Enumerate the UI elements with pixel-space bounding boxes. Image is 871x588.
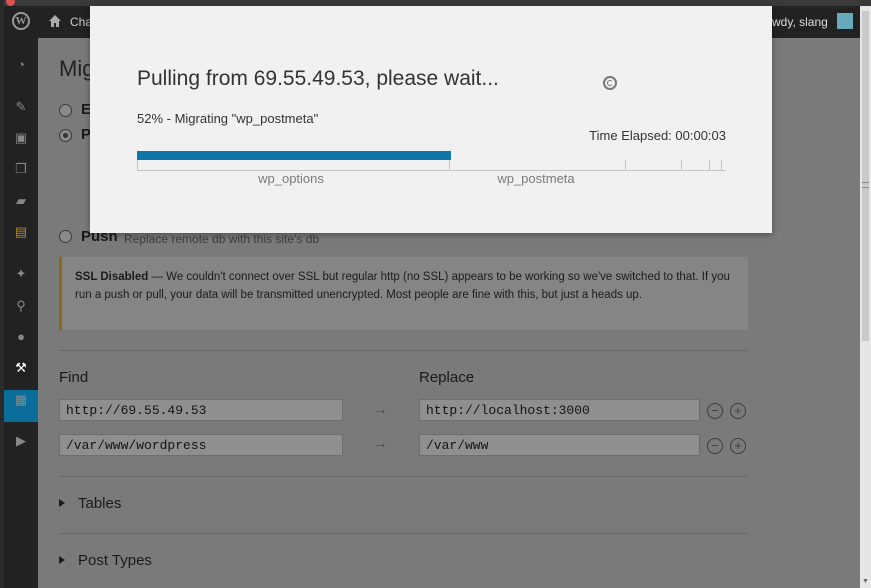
divider — [59, 533, 748, 534]
find-input-2[interactable]: /var/www/wordpress — [59, 434, 343, 456]
radio-option-1[interactable] — [59, 104, 72, 117]
migration-progress-modal: Pulling from 69.55.49.53, please wait...… — [90, 6, 772, 233]
ssl-notice-body: — We couldn't connect over SSL but regul… — [75, 271, 730, 301]
find-heading: Find — [59, 369, 89, 386]
radio-push[interactable] — [59, 230, 72, 243]
migration-status: 52% - Migrating "wp_postmeta" — [137, 111, 319, 126]
tick — [721, 160, 722, 170]
replace-input-1[interactable]: http://localhost:3000 — [419, 399, 700, 421]
post-types-label: Post Types — [78, 552, 152, 569]
progress-bar — [137, 151, 726, 160]
media-icon[interactable]: ▣ — [13, 131, 29, 145]
site-name-link[interactable]: Cha — [70, 15, 92, 29]
play-icon[interactable]: ▶ — [13, 434, 29, 448]
tables-label: Tables — [78, 495, 122, 512]
ssl-notice: SSL Disabled — We couldn't connect over … — [59, 257, 748, 330]
replace-heading: Replace — [419, 369, 475, 386]
ssl-notice-text: SSL Disabled — We couldn't connect over … — [75, 269, 735, 304]
scrollbar-handle[interactable] — [862, 11, 869, 341]
minus-icon[interactable]: − — [707, 403, 723, 419]
pages-icon[interactable]: ❐ — [13, 162, 29, 176]
scrollbar[interactable]: ▼ — [860, 6, 871, 588]
tick — [449, 160, 450, 170]
dashboard-icon[interactable]: ◔ — [13, 58, 29, 72]
plus-icon[interactable]: + — [730, 438, 746, 454]
avatar[interactable] — [837, 13, 853, 29]
tools-icon[interactable]: ⚒ — [13, 361, 29, 375]
table-ticks — [137, 160, 726, 171]
howdy-user[interactable]: wdy, slang — [772, 15, 828, 29]
home-icon[interactable] — [48, 14, 62, 28]
arrow-right-icon: → — [372, 401, 388, 418]
users-icon[interactable]: ● — [13, 330, 29, 344]
settings-icon[interactable]: ▦ — [13, 393, 29, 407]
table-label-wp-options: wp_options — [258, 171, 324, 186]
divider — [59, 476, 748, 477]
table-label-wp-postmeta: wp_postmeta — [497, 171, 575, 186]
spinner-icon — [603, 76, 617, 90]
radio-option-2[interactable] — [59, 129, 72, 142]
plugins-icon[interactable]: ⚲ — [13, 299, 29, 313]
appearance-icon[interactable]: ✦ — [13, 267, 29, 281]
plus-icon[interactable]: + — [730, 403, 746, 419]
scrollbar-grip-icon — [862, 182, 869, 188]
caret-right-icon — [59, 556, 65, 564]
arrow-right-icon: → — [372, 435, 388, 452]
minus-icon[interactable]: − — [707, 438, 723, 454]
caret-right-icon — [59, 499, 65, 507]
comments-icon[interactable]: ▰ — [13, 194, 29, 208]
ssl-notice-title: SSL Disabled — [75, 271, 149, 283]
tick — [137, 160, 138, 170]
post-types-toggle[interactable]: Post Types — [59, 552, 152, 569]
tick — [709, 160, 710, 170]
find-input-1[interactable]: http://69.55.49.53 — [59, 399, 343, 421]
time-elapsed: Time Elapsed: 00:00:03 — [589, 128, 726, 143]
scroll-down-icon[interactable]: ▼ — [862, 578, 869, 586]
replace-input-2[interactable]: /var/www — [419, 434, 700, 456]
divider — [59, 350, 748, 351]
pin-icon[interactable]: ✎ — [13, 100, 29, 114]
admin-sidebar: ◔ ✎ ▣ ❐ ▰ ▤ ✦ ⚲ ● ⚒ ▦ ▶ — [4, 38, 38, 588]
wordpress-logo-icon[interactable]: W — [12, 12, 30, 30]
settings-box-icon[interactable]: ▤ — [13, 225, 29, 239]
tables-toggle[interactable]: Tables — [59, 495, 121, 512]
radio-push-description: Replace remote db with this site's db — [124, 232, 320, 246]
tick — [625, 160, 626, 170]
progress-bar-fill — [137, 151, 451, 160]
tick — [681, 160, 682, 170]
modal-title: Pulling from 69.55.49.53, please wait... — [137, 67, 499, 90]
